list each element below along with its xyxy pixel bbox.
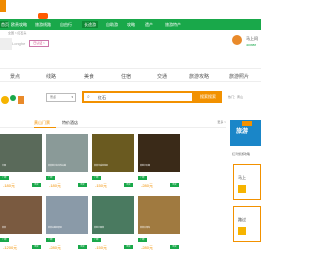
card-caption: 某某寺庙旅游区 <box>94 165 109 167</box>
ticket-card[interactable]: 某某山峰风景区 门票 -280元 购买 <box>46 196 88 251</box>
card-image <box>0 196 42 234</box>
card-caption: 某某大瀑布 <box>140 227 151 229</box>
ticket-grid: 中国 门票 -180元 购买 某某地方标志性山峰 门票 -180元 购买 某某寺… <box>0 134 226 273</box>
service-phone: 400888 <box>246 43 257 47</box>
buy-button[interactable]: 购买 <box>32 245 41 249</box>
category-select-value: 景点 <box>50 95 57 99</box>
ticket-card[interactable]: 中国 门票 -180元 购买 <box>0 134 42 189</box>
card-caption: 某某 <box>2 227 7 229</box>
card-pill: 门票 <box>138 176 147 180</box>
card-pill: 门票 <box>46 238 55 242</box>
search-icon: ⌕ <box>87 94 90 100</box>
card-caption: 某地方石窟 <box>140 165 151 167</box>
card-price: -180元 <box>49 183 62 188</box>
nav-item-1[interactable]: 欧贵攻略 <box>11 21 27 28</box>
category-item[interactable]: 旅游照片 <box>229 73 249 80</box>
search-input[interactable]: ⌕ 红石 <box>82 91 194 103</box>
ticket-card[interactable]: 某某地方标志性山峰 门票 -180元 购买 <box>46 134 88 189</box>
logo-icon <box>0 0 6 12</box>
sidebar-card-label: 路过 <box>238 217 246 222</box>
sidebar-caption[interactable]: 红湾旅游攻略 <box>232 152 250 156</box>
card-pill: 门票 <box>92 238 101 242</box>
buy-button[interactable]: 购买 <box>32 183 41 187</box>
nav-item-6[interactable]: 攻略 <box>127 21 135 28</box>
ticket-card[interactable]: 某地方石窟 门票 -280元 购买 <box>138 134 180 189</box>
category-item[interactable]: 交通 <box>157 73 167 80</box>
card-caption: 中国 <box>2 165 7 167</box>
main-nav: 首页 欧贵攻略 旅游线路 自由行 长途游 自助游 攻略 遗产 旅游特产 <box>0 19 261 30</box>
buy-button[interactable]: 购买 <box>124 245 133 249</box>
ticket-card[interactable]: 某某寺庙旅游区 门票 -150元 购买 <box>92 134 134 189</box>
card-price: -150元 <box>95 183 108 188</box>
category-item[interactable]: 线路 <box>46 73 56 80</box>
nav-home[interactable]: 首页 <box>0 21 9 28</box>
category-item[interactable]: 美食 <box>84 73 94 80</box>
card-price: -280元 <box>141 245 154 250</box>
ticket-icon <box>238 185 246 193</box>
sidebar-card[interactable]: 路过 <box>233 206 261 242</box>
search-bar: 景点 ▾ ⌕ 红石 搜索搜索 热门：黄山 <box>0 88 261 108</box>
ticket-card[interactable]: 某某 门票 -1200元 购买 <box>0 196 42 251</box>
ticket-tabs: 黄山门票 特价酒店 更多 > <box>0 118 226 128</box>
card-price: -1200元 <box>3 245 18 250</box>
search-input-value: 红石 <box>98 95 106 100</box>
card-price: -280元 <box>141 183 154 188</box>
category-bar: 景点 线路 美食 住宿 交通 旅游攻略 旅游照片 <box>0 68 261 82</box>
card-price: -180元 <box>3 183 16 188</box>
card-pill: 门票 <box>92 176 101 180</box>
card-caption: 某地方园林 <box>94 227 105 229</box>
card-caption: 某某地方标志性山峰 <box>48 165 67 167</box>
hot-keywords[interactable]: 热门：黄山 <box>228 95 243 99</box>
ticket-card[interactable]: 某某大瀑布 门票 -280元 购买 <box>138 196 180 251</box>
buy-button[interactable]: 购买 <box>78 183 87 187</box>
nav-item-3[interactable]: 自由行 <box>60 21 72 28</box>
site-header: 全国 > 红石头 Longhe 已认证 > 马上问 400888 <box>0 30 261 54</box>
card-pill: 门票 <box>0 238 9 242</box>
top-bar <box>0 0 261 13</box>
promo-banner[interactable]: 旅游 <box>230 120 261 146</box>
site-name: Longhe <box>12 41 26 46</box>
sidebar-card[interactable]: 马上 <box>233 164 261 200</box>
promo-title: 旅游 <box>236 129 249 135</box>
category-item[interactable]: 景点 <box>10 73 20 80</box>
ticket-icon <box>238 227 246 235</box>
nav-item-5[interactable]: 自助游 <box>106 21 118 28</box>
decoration-icon <box>1 95 24 104</box>
nav-item-4[interactable]: 长途游 <box>82 21 98 28</box>
card-price: -280元 <box>49 245 62 250</box>
nav-item-8[interactable]: 旅游特产 <box>165 21 181 28</box>
tab-hotels[interactable]: 特价酒店 <box>62 120 78 126</box>
search-button[interactable]: 搜索搜索 <box>194 91 222 103</box>
buy-button[interactable]: 购买 <box>78 245 87 249</box>
site-logo <box>0 38 12 50</box>
category-select[interactable]: 景点 ▾ <box>46 93 76 102</box>
card-image <box>0 134 42 172</box>
buy-button[interactable]: 购买 <box>124 183 133 187</box>
tab-indicator <box>34 127 56 128</box>
card-pill: 门票 <box>138 238 147 242</box>
category-item[interactable]: 住宿 <box>121 73 131 80</box>
card-pill: 门票 <box>46 176 55 180</box>
buy-button[interactable]: 购买 <box>170 183 179 187</box>
service-label[interactable]: 马上问 <box>246 36 258 42</box>
tab-tickets[interactable]: 黄山门票 <box>34 120 50 126</box>
card-pill: 门票 <box>0 176 9 180</box>
breadcrumb[interactable]: 全国 > 红石头 <box>8 31 26 35</box>
ticket-card[interactable]: 某地方园林 门票 -150元 购买 <box>92 196 134 251</box>
chevron-down-icon: ▾ <box>71 95 73 99</box>
more-link[interactable]: 更多 > <box>217 120 226 124</box>
right-sidebar: 旅游 红湾旅游攻略 马上 路过 <box>226 118 261 273</box>
nav-item-7[interactable]: 遗产 <box>145 21 153 28</box>
nav-item-2[interactable]: 旅游线路 <box>35 21 51 28</box>
card-price: -150元 <box>95 245 108 250</box>
card-caption: 某某山峰风景区 <box>48 227 63 229</box>
service-icon <box>232 35 242 45</box>
buy-button[interactable]: 购买 <box>170 245 179 249</box>
verified-tag[interactable]: 已认证 > <box>29 40 49 47</box>
category-item[interactable]: 旅游攻略 <box>189 73 209 80</box>
sidebar-card-label: 马上 <box>238 175 246 180</box>
